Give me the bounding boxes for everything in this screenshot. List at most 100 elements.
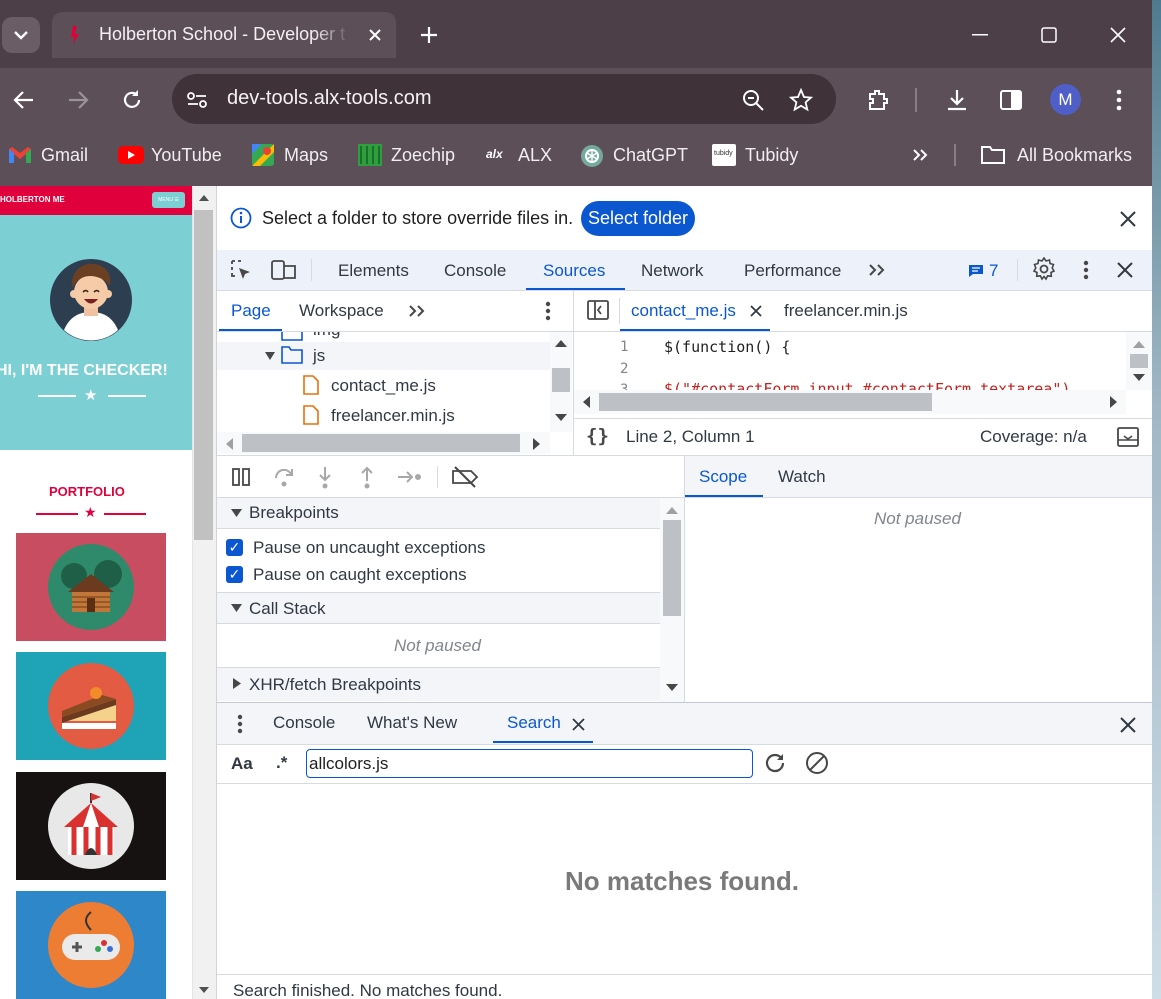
profile-avatar[interactable]: M [1050,84,1081,115]
back-arrow-icon[interactable] [8,86,40,114]
bookmark-star-icon[interactable] [786,85,816,115]
tab-scope[interactable]: Scope [699,467,747,487]
scroll-down-arrow-icon[interactable] [194,982,213,998]
tree-item-freelancer[interactable]: freelancer.min.js [217,402,550,430]
close-infobar-icon[interactable] [1116,207,1140,231]
drawer-menu-icon[interactable] [232,711,248,737]
breakpoints-section-header[interactable]: Breakpoints [217,498,660,528]
select-folder-button[interactable]: Select folder [581,201,695,236]
navigator-tab-workspace[interactable]: Workspace [299,301,384,321]
scroll-down-arrow-icon[interactable] [666,684,678,691]
tab-elements[interactable]: Elements [338,261,409,281]
close-window-icon[interactable] [1105,22,1131,48]
scroll-down-arrow-icon[interactable] [555,414,567,421]
site-menu-button[interactable]: MENU ☰ [152,192,185,208]
toggle-navigator-icon[interactable] [586,298,610,322]
scroll-left-arrow-icon[interactable] [583,396,590,408]
code-editor[interactable]: 1 $(function() { 2 3 $("#contactForm inp… [574,332,1126,390]
scroll-right-arrow-icon[interactable] [533,438,540,450]
editor-tab-contact-me[interactable]: contact_me.js [631,301,736,321]
pretty-print-icon[interactable]: {} [586,425,609,447]
editor-tab-freelancer[interactable]: freelancer.min.js [784,301,908,321]
navigator-more-icon[interactable] [404,299,430,323]
editor-hscroll-thumb[interactable] [599,393,932,411]
step-icon[interactable] [397,469,423,485]
xhr-section-header[interactable]: XHR/fetch Breakpoints [217,667,660,701]
editor-vscrollbar[interactable] [1126,332,1152,390]
portfolio-tile-circus[interactable] [16,772,166,880]
portfolio-tile-gamepad[interactable] [16,891,166,999]
tab-network[interactable]: Network [641,261,703,281]
tab-sources[interactable]: Sources [543,261,605,281]
checkbox-checked[interactable]: ✓ [226,566,243,583]
toggle-drawer-icon[interactable] [1117,427,1139,447]
step-over-icon[interactable] [273,466,295,488]
minimize-icon[interactable] [966,22,994,48]
download-icon[interactable] [942,84,972,116]
devtools-menu-icon[interactable] [1076,257,1096,283]
match-case-toggle[interactable]: Aa [231,754,253,774]
scroll-up-arrow-icon[interactable] [194,190,213,206]
drawer-tab-console[interactable]: Console [273,713,335,733]
scroll-up-arrow-icon[interactable] [555,340,567,347]
step-into-icon[interactable] [315,465,335,489]
site-info-icon[interactable] [184,87,210,113]
clear-search-icon[interactable] [805,751,829,775]
scroll-up-arrow-icon[interactable] [666,507,678,514]
reload-icon[interactable] [117,85,147,115]
settings-gear-icon[interactable] [1031,256,1057,282]
inspect-element-icon[interactable] [228,257,254,283]
browser-menu-icon[interactable] [1106,84,1132,116]
more-bookmarks-icon[interactable] [906,142,934,168]
site-brand[interactable]: HOLBERTON ME [0,195,65,204]
zoom-search-icon[interactable] [739,86,767,114]
tab-performance[interactable]: Performance [744,261,841,281]
pause-uncaught-option[interactable]: ✓ Pause on uncaught exceptions [217,536,660,560]
device-toolbar-icon[interactable] [270,257,298,283]
tree-vscroll-thumb[interactable] [552,368,570,392]
scroll-right-arrow-icon[interactable] [1110,396,1117,408]
navigator-tab-page[interactable]: Page [231,301,271,321]
url-text[interactable]: dev-tools.alx-tools.com [227,87,432,110]
scroll-up-arrow-icon[interactable] [1133,341,1145,348]
step-out-icon[interactable] [357,465,377,489]
sidebar-vscrollbar[interactable] [660,498,684,702]
editor-vscroll-thumb[interactable] [1130,354,1148,368]
maximize-icon[interactable] [1036,22,1062,48]
tab-watch[interactable]: Watch [778,467,826,487]
new-tab-icon[interactable] [416,22,442,48]
portfolio-tile-cabin[interactable] [16,533,166,641]
tree-item-js[interactable]: js [217,342,550,370]
side-panel-icon[interactable] [996,84,1026,116]
close-search-tab-icon[interactable] [568,714,588,734]
portfolio-tile-cake[interactable] [16,652,166,760]
sidebar-vscroll-thumb[interactable] [663,520,681,616]
drawer-tab-whats-new[interactable]: What's New [367,713,457,733]
pause-icon[interactable] [231,467,251,487]
tree-hscroll-thumb[interactable] [242,434,520,452]
forward-arrow-icon[interactable] [62,86,94,114]
tree-hscrollbar[interactable] [217,432,550,454]
call-stack-section-header[interactable]: Call Stack [217,592,660,624]
editor-hscrollbar[interactable] [574,390,1126,414]
close-devtools-icon[interactable] [1114,258,1136,282]
regex-toggle[interactable]: .* [276,753,287,773]
deactivate-breakpoints-icon[interactable] [451,466,479,488]
close-drawer-icon[interactable] [1116,713,1140,737]
close-tab-icon[interactable] [364,24,386,46]
tab-search-button[interactable] [2,17,40,53]
tree-vscrollbar[interactable] [550,332,572,432]
navigator-menu-icon[interactable] [540,298,556,324]
more-tabs-icon[interactable] [864,258,890,282]
checkbox-checked[interactable]: ✓ [226,539,243,556]
drawer-tab-search[interactable]: Search [507,713,561,733]
tab-console[interactable]: Console [444,261,506,281]
extensions-icon[interactable] [862,84,894,116]
pause-caught-option[interactable]: ✓ Pause on caught exceptions [217,563,660,587]
scroll-left-arrow-icon[interactable] [226,438,233,450]
tree-item-contact-me[interactable]: contact_me.js [217,372,550,400]
refresh-icon[interactable] [763,751,787,775]
search-input[interactable]: allcolors.js [306,749,753,778]
close-editor-tab-icon[interactable] [746,301,766,321]
scroll-down-arrow-icon[interactable] [1133,374,1145,381]
